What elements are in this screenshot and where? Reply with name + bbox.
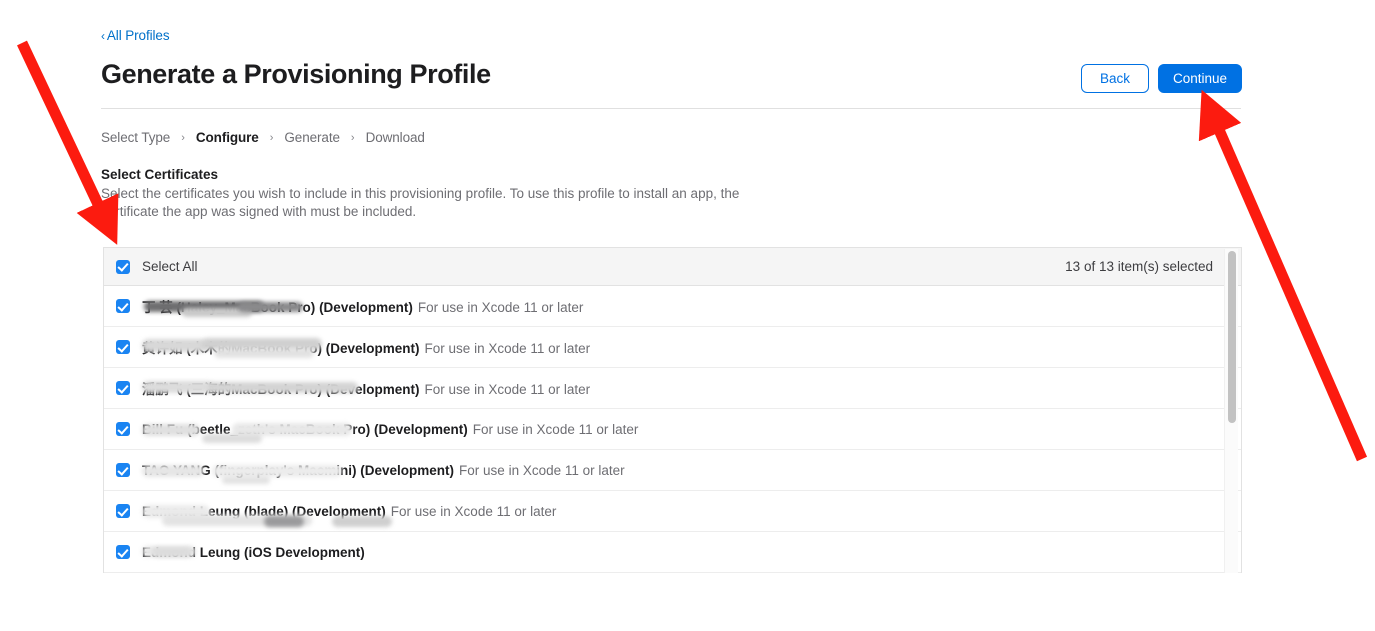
step-generate[interactable]: Generate [284, 130, 340, 145]
certificate-type: (Development) [292, 504, 386, 519]
continue-button[interactable]: Continue [1158, 64, 1242, 93]
step-select-type[interactable]: Select Type [101, 130, 170, 145]
list-scrollbar-thumb[interactable] [1228, 251, 1236, 423]
certificate-name: 黄许如 (木木的MacBook Pro) [142, 341, 322, 356]
step-configure[interactable]: Configure [196, 130, 259, 145]
certificate-name: 潘鹏飞 (三海的MacBook Pro) [142, 382, 322, 397]
arrow-to-select-all [22, 43, 105, 219]
certificate-checkbox[interactable] [116, 504, 130, 518]
certificate-row[interactable]: Edmond Leung (iOS Development) [104, 532, 1241, 573]
certificate-list: Select All 13 of 13 item(s) selected 丁 芸… [103, 247, 1242, 573]
certificate-checkbox[interactable] [116, 381, 130, 395]
certificate-row[interactable]: 潘鹏飞 (三海的MacBook Pro) (Development) For us… [104, 368, 1241, 409]
select-all-row[interactable]: Select All 13 of 13 item(s) selected [104, 248, 1241, 286]
certificate-note: For use in Xcode 11 or later [473, 422, 639, 437]
certificate-name: TAO YANG (fingerplay's Macmini) [142, 463, 357, 478]
certificate-row-text: TAO YANG (fingerplay's Macmini) (Develop… [142, 463, 625, 478]
certificate-checkbox[interactable] [116, 422, 130, 436]
chevron-left-icon: ‹ [101, 29, 105, 43]
certificate-row-text: 潘鹏飞 (三海的MacBook Pro) (Development) For us… [142, 378, 590, 398]
select-all-checkbox[interactable] [116, 260, 130, 274]
certificate-checkbox[interactable] [116, 463, 130, 477]
certificate-type: (Development) [326, 382, 420, 397]
certificate-row-text: Edmond Leung (blade) (Development) For us… [142, 504, 556, 519]
certificate-note: For use in Xcode 11 or later [418, 300, 584, 315]
step-download[interactable]: Download [366, 130, 425, 145]
certificate-row[interactable]: 黄许如 (木木的MacBook Pro) (Development) For us… [104, 327, 1241, 368]
certificate-row-text: Edmond Leung (iOS Development) [142, 545, 365, 560]
certificate-type: (Development) [374, 422, 468, 437]
certificate-note: For use in Xcode 11 or later [425, 382, 591, 397]
certificate-row-text: 黄许如 (木木的MacBook Pro) (Development) For us… [142, 337, 590, 357]
certificate-name: Bill Fu (beetle_zeth's MacBook Pro) [142, 422, 370, 437]
back-button[interactable]: Back [1081, 64, 1149, 93]
certificate-note: For use in Xcode 11 or later [459, 463, 625, 478]
step-separator-icon: › [351, 132, 355, 144]
list-scrollbar-track[interactable] [1224, 249, 1238, 573]
selection-count-label: 13 of 13 item(s) selected [1065, 259, 1227, 274]
page-title: Generate a Provisioning Profile [101, 58, 491, 91]
certificate-type: (Development) [319, 300, 413, 315]
provisioning-profile-page: ‹All Profiles Generate a Provisioning Pr… [0, 0, 1375, 631]
certificate-type: (Development) [326, 341, 420, 356]
certificate-rows: 丁 芸 (Haley_MacBook Pro) (Development) For… [104, 286, 1241, 573]
certificate-row[interactable]: 丁 芸 (Haley_MacBook Pro) (Development) For… [104, 286, 1241, 327]
section-description: Select the certificates you wish to incl… [101, 185, 741, 220]
certificate-checkbox[interactable] [116, 340, 130, 354]
step-breadcrumb: Select Type › Configure › Generate › Download [101, 130, 425, 145]
certificate-row[interactable]: Bill Fu (beetle_zeth's MacBook Pro) (Dev… [104, 409, 1241, 450]
all-profiles-back-label: All Profiles [107, 28, 170, 43]
select-all-label: Select All [142, 259, 198, 274]
header-actions: Back Continue [1081, 64, 1242, 93]
certificate-checkbox[interactable] [116, 299, 130, 313]
certificate-row-text: Bill Fu (beetle_zeth's MacBook Pro) (Dev… [142, 422, 638, 437]
certificate-name: Edmond Leung (iOS Development) [142, 545, 365, 560]
certificate-row[interactable]: TAO YANG (fingerplay's Macmini) (Develop… [104, 450, 1241, 491]
header-divider [101, 108, 1241, 109]
certificate-name: Edmond Leung (blade) [142, 504, 288, 519]
certificate-note: For use in Xcode 11 or later [425, 341, 591, 356]
section-title: Select Certificates [101, 167, 218, 182]
step-separator-icon: › [270, 132, 274, 144]
certificate-type: (Development) [360, 463, 454, 478]
all-profiles-back-link[interactable]: ‹All Profiles [101, 28, 169, 43]
step-separator-icon: › [181, 132, 185, 144]
certificate-note: For use in Xcode 11 or later [391, 504, 557, 519]
certificate-row[interactable]: Edmond Leung (blade) (Development) For us… [104, 491, 1241, 532]
certificate-row-text: 丁 芸 (Haley_MacBook Pro) (Development) For… [142, 296, 583, 316]
certificate-checkbox[interactable] [116, 545, 130, 559]
certificate-name: 丁 芸 (Haley_MacBook Pro) [142, 300, 315, 315]
